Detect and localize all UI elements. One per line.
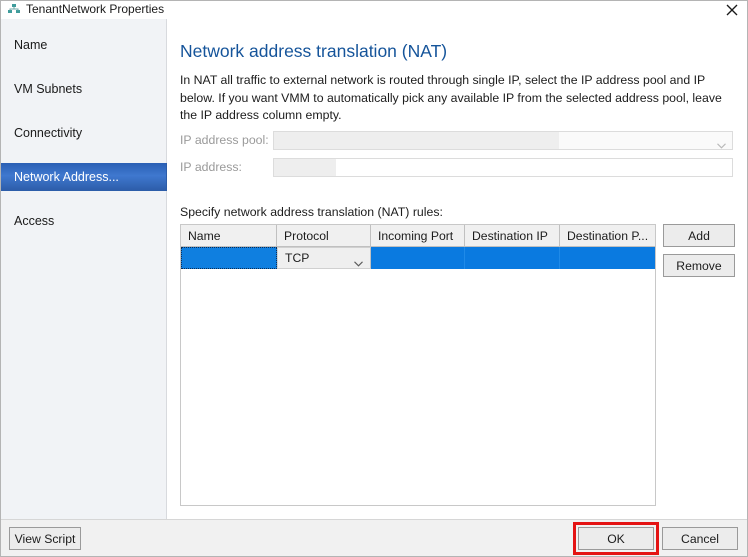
page-description: In NAT all traffic to external network i… xyxy=(180,73,722,122)
field-disabled-fill xyxy=(274,159,336,176)
page-title: Network address translation (NAT) xyxy=(180,41,448,61)
column-header-name[interactable]: Name xyxy=(181,225,277,247)
sidebar-item-network-address[interactable]: Network Address... xyxy=(1,163,177,191)
dialog-footer: View Script OK Cancel xyxy=(1,519,747,556)
remove-button[interactable]: Remove xyxy=(663,254,735,277)
content-pane: Network address translation (NAT) In NAT… xyxy=(167,19,747,519)
network-logical-icon xyxy=(7,3,21,16)
chevron-down-icon xyxy=(717,138,726,152)
sidebar-item-label: Connectivity xyxy=(14,126,83,140)
chevron-down-icon[interactable] xyxy=(354,256,363,268)
view-script-button[interactable]: View Script xyxy=(9,527,81,550)
ip-address-row: IP address: xyxy=(180,158,733,179)
window-title: TenantNetwork Properties xyxy=(26,2,165,16)
ip-address-pool-label: IP address pool: xyxy=(180,133,269,147)
add-button[interactable]: Add xyxy=(663,224,735,247)
cell-destination-ip[interactable] xyxy=(465,247,560,269)
column-header-protocol[interactable]: Protocol xyxy=(277,225,371,247)
grid-header-row: Name Protocol Incoming Port Destination … xyxy=(181,225,655,247)
properties-dialog: TenantNetwork Properties Name VM Subnets… xyxy=(0,0,748,557)
sidebar-item-label: Name xyxy=(14,38,48,52)
column-header-destination-port[interactable]: Destination P... xyxy=(560,225,655,247)
sidebar-item-vm-subnets[interactable]: VM Subnets xyxy=(1,75,166,103)
cell-name[interactable] xyxy=(181,247,277,269)
close-icon[interactable] xyxy=(715,1,747,19)
ip-address-pool-combobox[interactable] xyxy=(273,131,733,150)
ip-address-pool-row: IP address pool: xyxy=(180,131,733,152)
ip-address-label: IP address: xyxy=(180,160,242,174)
sidebar-nav: Name VM Subnets Connectivity Network Add… xyxy=(1,19,177,519)
sidebar-item-connectivity[interactable]: Connectivity xyxy=(1,119,166,147)
cell-destination-port[interactable] xyxy=(560,247,655,269)
table-row[interactable]: TCP xyxy=(181,247,655,269)
sidebar-item-label: Network Address... xyxy=(14,170,119,184)
field-disabled-fill xyxy=(274,132,559,149)
sidebar-item-name[interactable]: Name xyxy=(1,31,166,59)
sidebar-item-label: VM Subnets xyxy=(14,82,83,96)
dialog-body: Name VM Subnets Connectivity Network Add… xyxy=(1,19,747,519)
cell-protocol-combobox[interactable]: TCP xyxy=(277,247,371,269)
cell-incoming-port[interactable] xyxy=(371,247,465,269)
column-header-incoming-port[interactable]: Incoming Port xyxy=(371,225,465,247)
ip-address-input[interactable] xyxy=(273,158,733,177)
column-header-destination-ip[interactable]: Destination IP xyxy=(465,225,560,247)
nat-rules-grid[interactable]: Name Protocol Incoming Port Destination … xyxy=(180,224,656,506)
sidebar-item-label: Access xyxy=(14,214,55,228)
title-bar: TenantNetwork Properties xyxy=(1,1,747,20)
cancel-button[interactable]: Cancel xyxy=(662,527,738,550)
nat-rules-label: Specify network address translation (NAT… xyxy=(180,205,443,219)
cell-protocol-value: TCP xyxy=(285,251,310,265)
sidebar-item-access[interactable]: Access xyxy=(1,207,166,235)
ok-button[interactable]: OK xyxy=(578,527,654,550)
